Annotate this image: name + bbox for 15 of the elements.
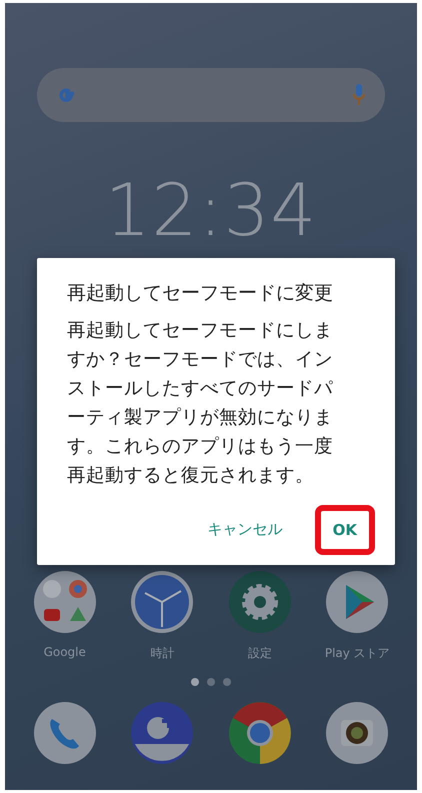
phone-icon[interactable] [34,702,96,764]
dialog-title: 再起動してセーフモードに変更 [67,281,334,306]
app-folder-icon[interactable] [34,571,96,633]
app-label: 設定 [248,645,272,662]
browser-circle-icon[interactable] [228,702,291,764]
app-label: Google [44,645,86,659]
dialog-message: 再起動してセーフモードにしますか？セーフモードでは、インストールしたすべてのサードパーティ製アプリが無効になります。これらのアプリはもう一度再起動すると復元されます。 [67,319,334,488]
app-label: 時計 [150,645,174,662]
clock-time: 12:34 [104,174,318,246]
camera-lens-icon[interactable] [326,702,388,764]
gear-icon[interactable] [228,571,291,633]
chat-bubble-plus-icon[interactable] [131,702,194,764]
highlighted-dialog-button[interactable]: OK [314,504,375,554]
app-label: Play ストア [324,645,390,662]
clock-icon[interactable] [131,571,194,633]
